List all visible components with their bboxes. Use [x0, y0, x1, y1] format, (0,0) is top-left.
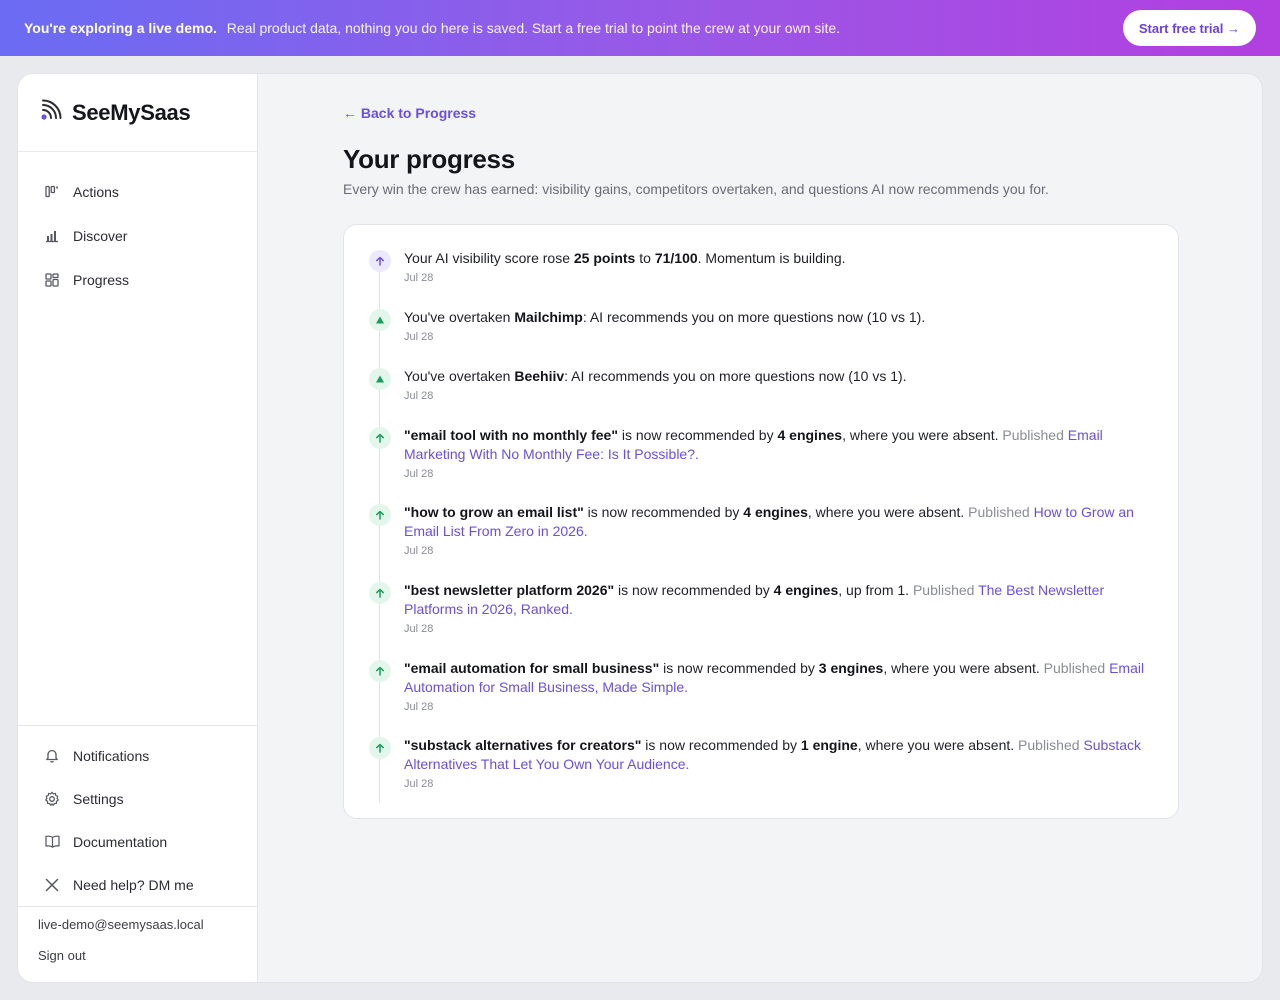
sidebar-item-label: Need help? DM me — [73, 876, 194, 893]
banner-bold: You're exploring a live demo. — [24, 20, 217, 36]
progress-timeline: Your AI visibility score rose 25 points … — [368, 249, 1158, 803]
event-text: Your AI visibility score rose 25 points … — [404, 250, 846, 266]
event-date: Jul 28 — [404, 331, 434, 343]
event-date: Jul 28 — [404, 272, 434, 284]
arrow-up-icon — [369, 737, 391, 759]
sidebar-item-notifications[interactable]: Notifications — [18, 734, 257, 777]
sidebar-item-discover[interactable]: Discover — [18, 214, 257, 258]
sidebar: SeeMySaas Actions Discover Progress Noti… — [18, 74, 258, 982]
event-date: Jul 28 — [404, 701, 434, 713]
event-text: You've overtaken Mailchimp: AI recommend… — [404, 309, 926, 325]
timeline-event-query: "email automation for small business" is… — [368, 659, 1158, 736]
sidebar-item-settings[interactable]: Settings — [18, 777, 257, 820]
event-date: Jul 28 — [404, 468, 434, 480]
gear-icon — [44, 791, 60, 807]
demo-banner: You're exploring a live demo. Real produ… — [0, 0, 1280, 56]
sidebar-item-label: Discover — [73, 228, 128, 244]
event-date: Jul 28 — [404, 545, 434, 557]
sidebar-item-label: Progress — [73, 272, 130, 288]
sidebar-item-help[interactable]: Need help? DM me — [18, 863, 257, 906]
bell-icon — [44, 748, 60, 764]
timeline-event-overtake: You've overtaken Mailchimp: AI recommend… — [368, 308, 1158, 367]
sidebar-item-label: Settings — [73, 790, 124, 807]
event-text: "email tool with no monthly fee" is now … — [404, 427, 1103, 462]
timeline-event-query: "how to grow an email list" is now recom… — [368, 503, 1158, 581]
sidebar-item-actions[interactable]: Actions — [18, 170, 257, 214]
event-text: "how to grow an email list" is now recom… — [404, 504, 1134, 539]
arrow-up-icon — [369, 582, 391, 604]
secondary-nav: Notifications Settings Documentation Nee… — [18, 725, 257, 906]
bar-chart-icon — [44, 228, 60, 244]
book-icon — [44, 834, 60, 850]
timeline-event-score: Your AI visibility score rose 25 points … — [368, 249, 1158, 308]
triangle-up-icon — [369, 309, 391, 331]
sidebar-item-label: Notifications — [73, 747, 150, 764]
event-date: Jul 28 — [404, 390, 434, 402]
kanban-icon — [44, 184, 60, 200]
main-nav: Actions Discover Progress — [18, 152, 257, 302]
timeline-event-query: "email tool with no monthly fee" is now … — [368, 426, 1158, 503]
sidebar-item-label: Actions — [73, 184, 119, 200]
brand[interactable]: SeeMySaas — [18, 74, 257, 152]
timeline-event-query: "substack alternatives for creators" is … — [368, 736, 1158, 796]
brand-name: SeeMySaas — [72, 99, 191, 125]
event-text: "substack alternatives for creators" is … — [404, 737, 1142, 772]
sign-out-link[interactable]: Sign out — [38, 948, 237, 963]
timeline-event-query: "best newsletter platform 2026" is now r… — [368, 581, 1158, 659]
event-text: You've overtaken Beehiiv: AI recommends … — [404, 368, 907, 384]
back-to-progress-link[interactable]: ← Back to Progress — [343, 105, 476, 121]
event-date: Jul 28 — [404, 623, 434, 635]
app-shell: SeeMySaas Actions Discover Progress Noti… — [17, 73, 1263, 983]
start-free-trial-button[interactable]: Start free trial → — [1122, 10, 1256, 46]
page-title: Your progress — [343, 144, 515, 174]
event-date: Jul 28 — [404, 778, 434, 790]
arrow-up-icon — [369, 660, 391, 682]
event-text: "best newsletter platform 2026" is now r… — [404, 582, 1105, 617]
x-logo-icon — [44, 877, 60, 893]
banner-text: Real product data, nothing you do here i… — [226, 20, 841, 36]
banner-message: You're exploring a live demo. Real produ… — [24, 20, 840, 36]
triangle-up-icon — [369, 368, 391, 390]
progress-card: Your AI visibility score rose 25 points … — [343, 224, 1179, 819]
account-panel: live-demo@seemysaas.local Sign out — [18, 906, 257, 982]
account-email: live-demo@seemysaas.local — [38, 917, 204, 932]
sidebar-item-progress[interactable]: Progress — [18, 258, 257, 302]
arrow-up-icon — [369, 427, 391, 449]
arrow-up-icon — [369, 504, 391, 526]
arrow-up-icon — [369, 250, 391, 272]
event-text: "email automation for small business" is… — [404, 660, 1145, 695]
sidebar-item-label: Documentation — [73, 833, 168, 850]
page-subtitle: Every win the crew has earned: visibilit… — [343, 181, 1049, 197]
timeline-event-overtake: You've overtaken Beehiiv: AI recommends … — [368, 367, 1158, 426]
sidebar-item-documentation[interactable]: Documentation — [18, 820, 257, 863]
grid-icon — [44, 272, 60, 288]
signal-logo-icon — [40, 99, 62, 126]
